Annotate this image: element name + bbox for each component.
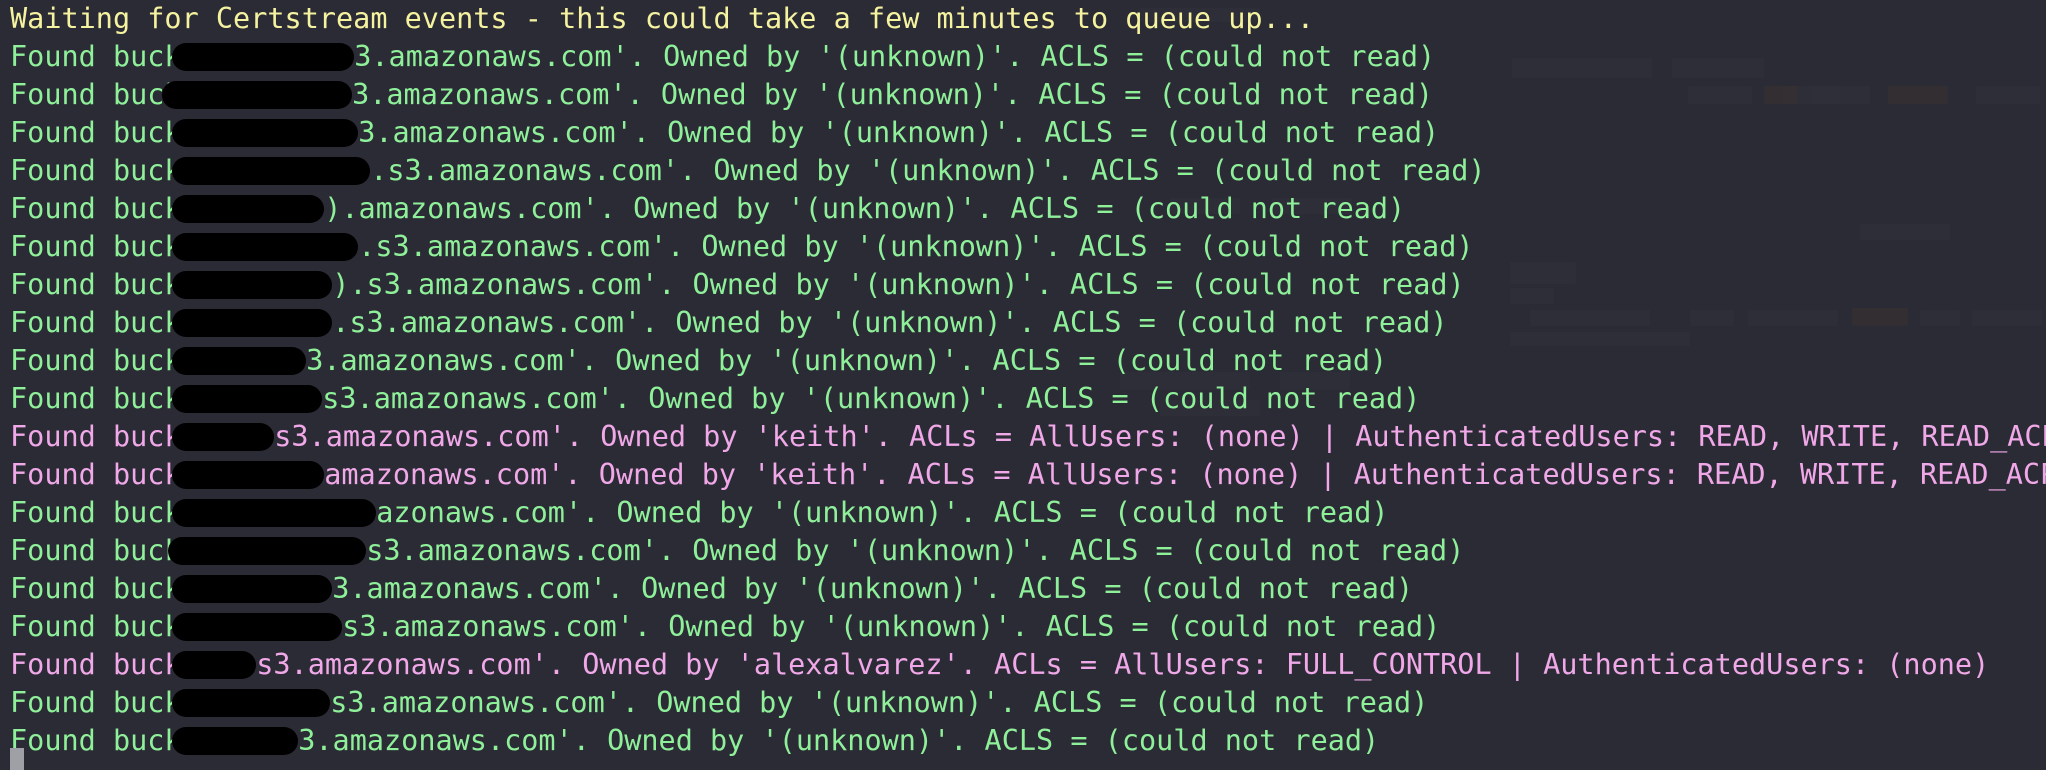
log-suffix: s3.amazonaws.com'. Owned by '(unknown)'.… bbox=[366, 534, 1465, 567]
log-suffix: s3.amazonaws.com'. Owned by '(unknown)'.… bbox=[342, 610, 1441, 643]
log-suffix: s3.amazonaws.com'. Owned by 'keith'. ACL… bbox=[274, 420, 2046, 453]
log-line: Found bucket ' s3.amazonaws.com'. Owned b… bbox=[0, 532, 2046, 570]
terminal-window[interactable]: Waiting for Certstream events - this cou… bbox=[0, 0, 2046, 770]
redaction-bar bbox=[172, 613, 342, 641]
log-suffix: 3.amazonaws.com'. Owned by '(unknown)'. … bbox=[354, 40, 1436, 73]
redaction-bar bbox=[172, 423, 274, 451]
redaction-bar bbox=[172, 385, 322, 413]
redaction-bar bbox=[172, 119, 358, 147]
log-suffix: s3.amazonaws.com'. Owned by '(unknown)'.… bbox=[330, 686, 1429, 719]
redaction-bar bbox=[172, 157, 370, 185]
log-line: Found bucket ' 3.amazonaws.com'. Owned by… bbox=[0, 722, 2046, 760]
redaction-bar bbox=[172, 347, 306, 375]
log-line: Found bucket ').amazonaws.com'. Owned by… bbox=[0, 190, 2046, 228]
redaction-bar bbox=[172, 499, 376, 527]
log-suffix: s3.amazonaws.com'. Owned by 'alexalvarez… bbox=[256, 648, 1990, 681]
log-suffix: amazonaws.com'. Owned by 'keith'. ACLs =… bbox=[324, 458, 2046, 491]
log-line-alert: Found bucket ' s3.amazonaws.com'. Owned b… bbox=[0, 646, 2046, 684]
log-line: Found bucket ' 3.amazonaws.com'. Owned by… bbox=[0, 570, 2046, 608]
redaction-bar bbox=[172, 461, 324, 489]
log-suffix: 3.amazonaws.com'. Owned by '(unknown)'. … bbox=[298, 724, 1380, 757]
log-suffix: azonaws.com'. Owned by '(unknown)'. ACLS… bbox=[376, 496, 1389, 529]
log-suffix: 3.amazonaws.com'. Owned by '(unknown)'. … bbox=[332, 572, 1414, 605]
log-suffix: ).s3.amazonaws.com'. Owned by '(unknown)… bbox=[332, 268, 1465, 301]
redaction-bar bbox=[172, 727, 298, 755]
redaction-bar bbox=[172, 309, 332, 337]
status-line: Waiting for Certstream events - this cou… bbox=[10, 2, 1315, 35]
log-line: Found bucket ' s3.amazonaws.com'. Owned b… bbox=[0, 380, 2046, 418]
log-line: Found bucket ' 3.amazonaws.com'. Owned by… bbox=[0, 342, 2046, 380]
log-line: Found bucket ' .s3.amazonaws.com'. Owned … bbox=[0, 228, 2046, 266]
log-line: Found bucket ' 3.amazonaws.com'. Owned by… bbox=[0, 114, 2046, 152]
log-suffix: .s3.amazonaws.com'. Owned by '(unknown)'… bbox=[358, 230, 1474, 263]
log-line: Found bucket ').s3.amazonaws.com'. Owned… bbox=[0, 266, 2046, 304]
log-suffix: 3.amazonaws.com'. Owned by '(unknown)'. … bbox=[358, 116, 1440, 149]
redaction-bar bbox=[172, 233, 358, 261]
log-line-alert: Found bucket ' amazonaws.com'. Owned by '… bbox=[0, 456, 2046, 494]
log-line: Found bucket ' .s3.amazonaws.com'. Owned … bbox=[0, 304, 2046, 342]
log-line: Found bucket ' 3.amazonaws.com'. Owned by… bbox=[0, 38, 2046, 76]
log-suffix: 3.amazonaws.com'. Owned by '(unknown)'. … bbox=[352, 78, 1434, 111]
redaction-bar bbox=[172, 195, 324, 223]
redaction-bar bbox=[172, 575, 332, 603]
redaction-bar bbox=[172, 689, 330, 717]
terminal-output: Waiting for Certstream events - this cou… bbox=[0, 0, 2046, 760]
log-line: Found bucket ' .s3.amazonaws.com'. Owned … bbox=[0, 152, 2046, 190]
log-line: Found bucket ' s3.amazonaws.com'. Owned b… bbox=[0, 684, 2046, 722]
log-suffix: s3.amazonaws.com'. Owned by '(unknown)'.… bbox=[322, 382, 1421, 415]
log-suffix: 3.amazonaws.com'. Owned by '(unknown)'. … bbox=[306, 344, 1388, 377]
redaction-bar bbox=[162, 81, 352, 109]
redaction-bar bbox=[168, 537, 366, 565]
log-line: Found bucket ' azonaws.com'. Owned by '(u… bbox=[0, 494, 2046, 532]
log-line: Found bucket ' s3.amazonaws.com'. Owned b… bbox=[0, 608, 2046, 646]
log-line: Found bucket 3.amazonaws.com'. Owned by … bbox=[0, 76, 2046, 114]
redaction-bar bbox=[172, 43, 354, 71]
redaction-bar bbox=[172, 651, 256, 679]
terminal-cursor bbox=[10, 748, 24, 770]
log-suffix: .s3.amazonaws.com'. Owned by '(unknown)'… bbox=[332, 306, 1448, 339]
log-suffix: .s3.amazonaws.com'. Owned by '(unknown)'… bbox=[370, 154, 1486, 187]
log-suffix: ).amazonaws.com'. Owned by '(unknown)'. … bbox=[324, 192, 1406, 225]
redaction-bar bbox=[172, 271, 332, 299]
log-line-alert: Found bucket ' s3.amazonaws.com'. Owned b… bbox=[0, 418, 2046, 456]
